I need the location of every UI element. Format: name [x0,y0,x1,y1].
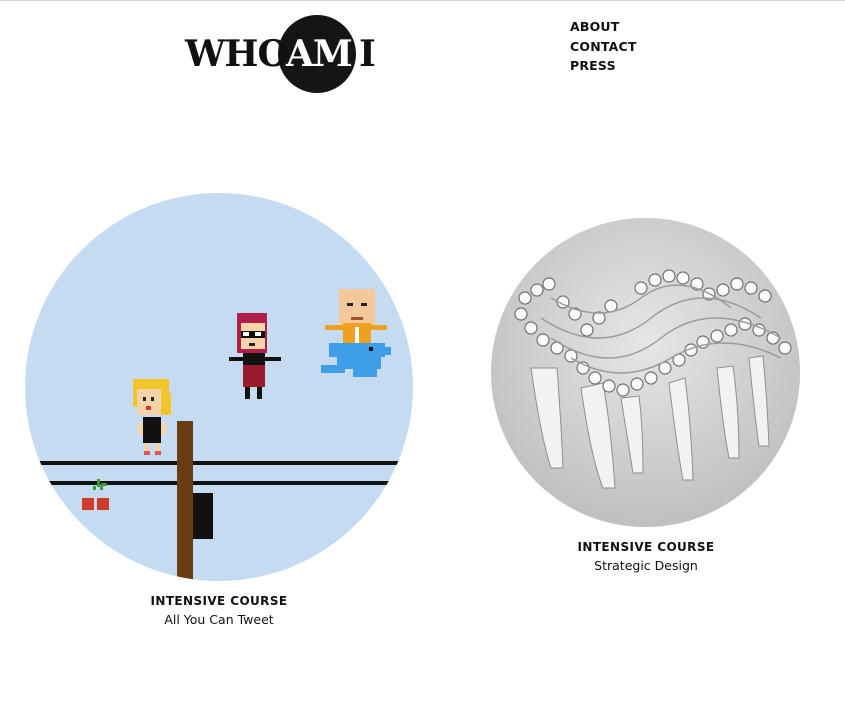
course-image-strategic-design[interactable] [491,218,800,527]
pixel-girl-redhead [229,313,281,399]
course-image-all-you-can-tweet[interactable] [25,193,413,581]
course-caption-2: INTENSIVE COURSE Strategic Design [546,538,746,575]
course-title-link[interactable]: All You Can Tweet [119,610,319,629]
course-kicker: INTENSIVE COURSE [577,540,715,554]
pixel-man-on-bird [321,289,391,377]
logo-word-am: AM [286,33,353,75]
course-caption-1: INTENSIVE COURSE All You Can Tweet [119,592,319,629]
wire-upper [25,461,413,465]
nav-contact[interactable]: CONTACT [570,37,637,57]
bird-icon [321,343,391,377]
main-nav: ABOUT CONTACT PRESS [570,17,637,76]
pixel-art-illustration [25,289,413,581]
paper-sculpture-photo [491,218,800,527]
top-border [0,0,845,1]
logo-word-i: I [359,33,376,75]
course-title-link[interactable]: Strategic Design [546,556,746,575]
course-kicker: INTENSIVE COURSE [150,594,288,608]
nav-press[interactable]: PRESS [570,56,637,76]
telephone-pole [177,421,213,581]
logo-word-who: WHO [185,33,289,75]
site-logo[interactable]: WHO AM I [185,14,376,94]
wire-lower [25,481,413,485]
pixel-girl-blonde [133,379,171,455]
nav-about[interactable]: ABOUT [570,17,637,37]
